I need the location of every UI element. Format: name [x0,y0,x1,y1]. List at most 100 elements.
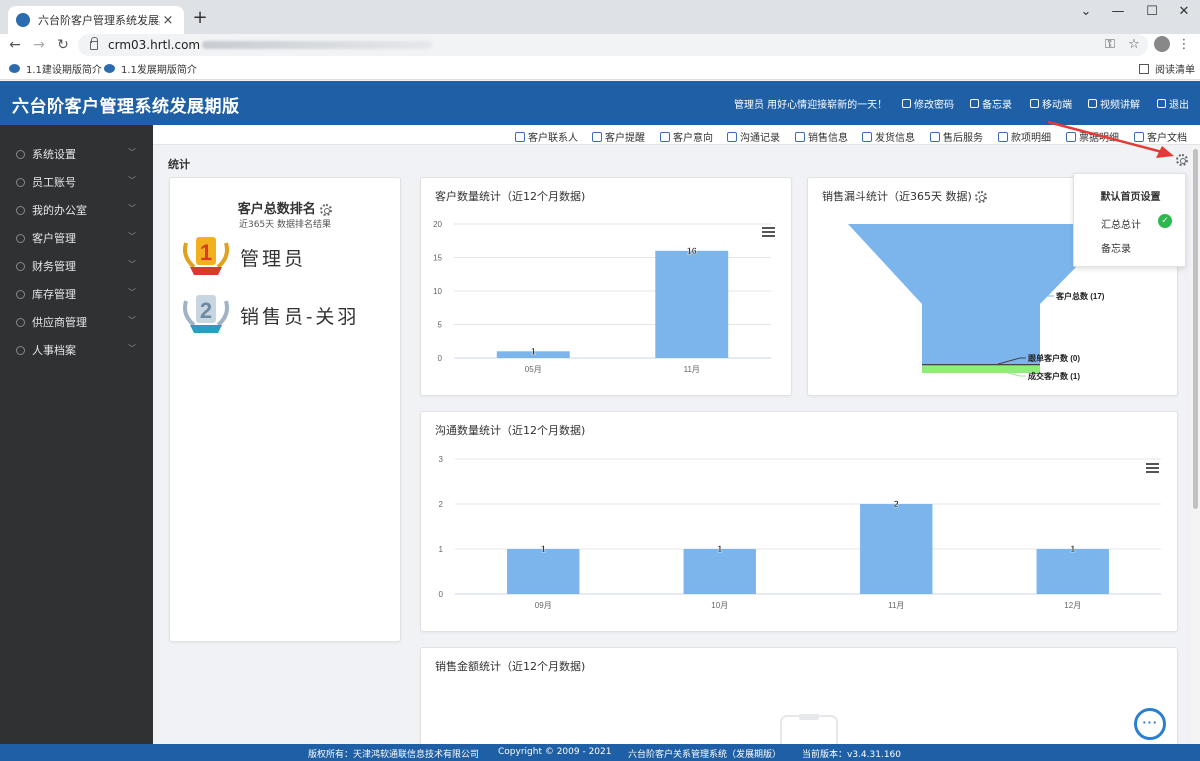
back-arrow-icon[interactable]: ← [6,36,24,54]
data-label: 16 [687,246,697,256]
reading-list-button[interactable]: 阅读清单 [1139,61,1195,76]
quick-sales-info[interactable]: 销售信息 [795,129,848,144]
sidebar-item-label: 我的办公室 [32,204,87,217]
scrollbar-thumb[interactable] [1193,149,1198,509]
app-header: 六台阶客户管理系统发展期版 管理员 用好心情迎接崭新的一天！ 修改密码 备忘录 … [0,81,1200,125]
sidebar-item-label: 人事档案 [32,344,76,357]
bookmarks-bar: 1.1建设期版简介 1.1发展期版简介 阅读清单 [0,56,1200,80]
logout-link[interactable]: 退出 [1157,96,1189,111]
y-tick-label: 2 [439,500,444,509]
chart-title: 销售金额统计（近12个月数据) [435,660,586,673]
chat-support-button[interactable]: ··· [1134,708,1166,740]
supplier-icon [16,317,25,327]
sidebar-item-finance-management[interactable]: 财务管理 ﹀ [0,255,153,277]
footer-version: 当前版本：v3.4.31.160 [802,750,901,760]
quick-customer-reminders[interactable]: 客户提醒 [592,129,645,144]
new-tab-button[interactable]: + [190,8,210,28]
ranking-title: 客户总数排名 [170,198,400,217]
bar[interactable] [1036,549,1109,594]
app-title: 六台阶客户管理系统发展期版 [12,97,240,117]
empty-data-icon [780,714,838,748]
quick-customer-contacts[interactable]: 客户联系人 [515,129,578,144]
settings-menu-item-summary[interactable]: 汇总总计 [1101,216,1141,231]
quick-item-label: 销售信息 [808,133,848,144]
lock-icon [90,36,98,50]
sidebar-item-my-office[interactable]: 我的办公室 ﹀ [0,199,153,221]
browser-tab[interactable]: 六台阶客户管理系统发展期版 × [8,6,184,34]
quick-customer-intent[interactable]: 客户意向 [660,129,713,144]
video-tutorial-label: 视频讲解 [1100,100,1140,111]
bookmark-item[interactable]: 1.1建设期版简介 [9,61,102,76]
lock-icon [902,99,911,108]
sales-icon [795,131,805,142]
bar[interactable] [655,250,729,358]
star-bookmark-icon[interactable]: ☆ [1126,37,1142,52]
bookmark-favicon-icon [9,64,20,73]
data-label: 1 [1070,544,1075,554]
y-tick-label: 0 [438,354,443,363]
funnel-label: 跟单客户数 (0) [1028,353,1080,363]
rank-2-name: 销售员-关羽 [240,306,360,328]
y-tick-label: 5 [438,321,443,330]
settings-icon [16,149,25,159]
bar[interactable] [860,504,933,594]
sidebar-item-system-settings[interactable]: 系统设置 ﹀ [0,143,153,165]
quick-item-label: 沟通记录 [740,133,780,144]
video-tutorial-link[interactable]: 视频讲解 [1088,96,1140,111]
footer-product: 六台阶客户关系管理系统（发展期版） [628,750,782,760]
hr-icon [16,345,25,355]
x-tick-label: 12月 [1064,601,1081,610]
maximize-button[interactable]: ☐ [1138,0,1166,22]
chevron-down-icon: ﹀ [128,316,136,325]
minimize-button[interactable]: — [1104,0,1132,22]
quick-shipping-info[interactable]: 发货信息 [862,129,915,144]
memo-link[interactable]: 备忘录 [970,96,1012,111]
sidebar-item-inventory-management[interactable]: 库存管理 ﹀ [0,283,153,305]
chevron-down-icon: ﹀ [128,344,136,353]
quick-after-sales[interactable]: 售后服务 [930,129,983,144]
truck-icon [862,131,872,142]
quick-item-label: 客户意向 [673,133,713,144]
sidebar-item-hr-records[interactable]: 人事档案 ﹀ [0,339,153,361]
reload-icon[interactable]: ↻ [54,36,72,54]
settings-menu-title: 默认首页设置 [1100,192,1161,203]
sidebar-item-supplier-management[interactable]: 供应商管理 ﹀ [0,311,153,333]
sidebar: 系统设置 ﹀ 员工账号 ﹀ 我的办公室 ﹀ 客户管理 ﹀ 财务管理 ﹀ 库存管理 ﹀ 供应商… [0,125,153,744]
key-icon[interactable]: ⚿ [1102,37,1118,52]
customer-icon [16,233,25,243]
bar[interactable] [683,549,756,594]
gear-icon[interactable] [320,203,333,216]
medal-rank-1: 1 [200,240,212,265]
sidebar-item-staff-accounts[interactable]: 员工账号 ﹀ [0,171,153,193]
sidebar-item-customer-management[interactable]: 客户管理 ﹀ [0,227,153,249]
page-scrollbar[interactable] [1191,145,1200,744]
sidebar-item-label: 财务管理 [32,260,76,273]
footer-copyright: Copyright © 2009 - 2021 [498,747,612,757]
tab-search-icon[interactable]: ⌄ [1076,0,1096,22]
inventory-icon [16,289,25,299]
default-home-settings-menu: 默认首页设置 汇总总计 ✓ 备忘录 [1073,173,1186,267]
calendar-icon [970,99,979,108]
bookmark-item[interactable]: 1.1发展期版简介 [104,61,197,76]
memo-label: 备忘录 [982,100,1012,111]
bar[interactable] [507,549,580,594]
more-menu-icon[interactable]: ⋮ [1176,37,1192,52]
quick-item-label: 发货信息 [875,133,915,144]
site-favicon-icon [16,13,30,27]
x-tick-label: 10月 [711,601,728,610]
data-label: 2 [894,499,899,509]
url-input[interactable]: crm03.hrtl.com [78,34,1148,56]
tab-close-icon[interactable]: × [160,13,176,28]
chevron-down-icon: ﹀ [128,176,136,185]
address-bar-row: ← → ↻ crm03.hrtl.com ⚿ ☆ ⋮ [0,34,1200,56]
change-password-link[interactable]: 修改密码 [902,96,954,111]
profile-avatar[interactable] [1154,36,1170,52]
settings-menu-item-memo[interactable]: 备忘录 [1101,240,1131,255]
customer-count-chart-card: 客户数量统计（近12个月数据) 0 5 10 15 20 1 05月 16 11月 [420,177,792,396]
quick-communication-records[interactable]: 沟通记录 [727,129,780,144]
funnel-segment-following[interactable] [922,364,1040,366]
mobile-link[interactable]: 移动端 [1030,96,1072,111]
close-window-button[interactable]: ✕ [1170,0,1198,22]
funnel-segment-closed[interactable] [922,366,1040,373]
forward-arrow-icon[interactable]: → [30,36,48,54]
